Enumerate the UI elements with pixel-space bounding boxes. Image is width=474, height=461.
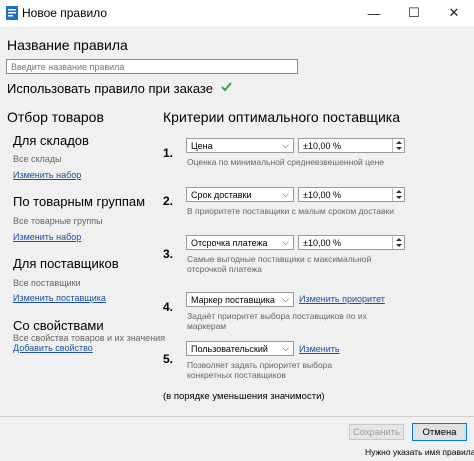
criterion-5-change-link[interactable]: Изменить <box>299 344 340 354</box>
window-title: Новое правило <box>22 6 107 20</box>
criterion-5-desc: Позволяет задать приоритет выбора конкре… <box>187 360 333 380</box>
chevron-down-icon: ⌵ <box>282 189 289 199</box>
chevron-down-icon: ⌵ <box>282 294 289 304</box>
criterion-2-tolerance[interactable]: ±10,00 % <box>298 187 405 202</box>
criterion-1-select-value: Цена <box>191 141 213 151</box>
spinner-arrows-icon[interactable] <box>392 139 404 152</box>
check-icon <box>221 82 232 92</box>
properties-title: Со свойствами <box>13 318 104 333</box>
criterion-4-desc: Задаёт приоритет выбора поставщиков по и… <box>187 311 367 331</box>
rule-name-input[interactable] <box>6 59 298 74</box>
cancel-button[interactable]: Отмена <box>412 423 467 441</box>
use-rule-label[interactable]: Использовать правило при заказе <box>7 81 213 96</box>
app-icon <box>6 6 18 20</box>
chevron-down-icon: ⌵ <box>282 343 289 353</box>
criterion-3-tolerance-value: ±10,00 % <box>303 238 341 248</box>
criterion-5-number: 5. <box>163 352 174 366</box>
criterion-4-select[interactable]: Маркер поставщика ⌵ <box>186 292 294 307</box>
minimize-button[interactable]: — <box>354 0 394 26</box>
save-button[interactable]: Сохранить <box>349 424 404 440</box>
validation-hint: Нужно указать имя правила <box>365 447 474 457</box>
criterion-2-desc: В приоритете поставщики с малым сроком д… <box>187 206 394 216</box>
criterion-2-number: 2. <box>163 194 174 208</box>
maximize-button[interactable]: ☐ <box>394 0 434 26</box>
criteria-order-note: (в порядке уменьшения значимости) <box>163 391 325 402</box>
properties-desc: Все свойства товаров и их значения <box>13 333 166 343</box>
criterion-1-tolerance-value: ±10,00 % <box>303 141 341 151</box>
title-bar: Новое правило — ☐ ✕ <box>0 0 474 26</box>
product-selection-header: Отбор товаров <box>7 109 104 125</box>
suppliers-desc: Все поставщики <box>13 278 81 288</box>
close-icon: ✕ <box>448 5 460 20</box>
criterion-2-select[interactable]: Срок доставки ⌵ <box>186 187 294 202</box>
chevron-down-icon: ⌵ <box>282 140 289 150</box>
criterion-3-select-value: Отсрочка платежа <box>191 238 268 248</box>
criterion-1-tolerance[interactable]: ±10,00 % <box>298 138 405 153</box>
spinner-arrows-icon[interactable] <box>392 236 404 249</box>
warehouses-change-link[interactable]: Изменить набор <box>13 170 81 180</box>
criterion-3-tolerance[interactable]: ±10,00 % <box>298 235 405 250</box>
criteria-header: Критерии оптимального поставщика <box>163 109 400 125</box>
criterion-3-number: 3. <box>163 247 174 261</box>
criterion-2-select-value: Срок доставки <box>191 190 252 200</box>
criterion-1-select[interactable]: Цена ⌵ <box>186 138 294 153</box>
criterion-3-desc: Самые выгодные поставщики с максимальной… <box>187 254 372 274</box>
criterion-1-desc: Оценка по минимальной средневзвешенной ц… <box>187 157 385 167</box>
close-button[interactable]: ✕ <box>434 0 474 26</box>
criterion-5-select-value: Пользовательский <box>191 344 268 354</box>
rule-name-label: Название правила <box>7 37 128 53</box>
warehouses-desc: Все склады <box>13 154 62 164</box>
criterion-4-change-priority-link[interactable]: Изменить приоритет <box>299 294 385 304</box>
properties-add-link[interactable]: Добавить свойство <box>13 343 93 353</box>
product-groups-change-link[interactable]: Изменить набор <box>13 232 81 242</box>
criterion-1-number: 1. <box>163 146 174 160</box>
suppliers-title: Для поставщиков <box>13 256 119 271</box>
criterion-5-select[interactable]: Пользовательский ⌵ <box>186 341 294 356</box>
criterion-4-select-value: Маркер поставщика <box>191 295 275 305</box>
minimize-icon: — <box>367 5 381 21</box>
criterion-2-tolerance-value: ±10,00 % <box>303 190 341 200</box>
criterion-4-number: 4. <box>163 300 174 314</box>
suppliers-change-link[interactable]: Изменить поставщика <box>13 293 106 303</box>
spinner-arrows-icon[interactable] <box>392 188 404 201</box>
product-groups-title: По товарным группам <box>13 194 146 209</box>
maximize-icon: ☐ <box>408 5 420 20</box>
warehouses-title: Для складов <box>13 133 89 148</box>
criterion-3-select[interactable]: Отсрочка платежа ⌵ <box>186 235 294 250</box>
chevron-down-icon: ⌵ <box>282 237 289 247</box>
footer-divider <box>0 416 474 417</box>
product-groups-desc: Все товарные группы <box>13 216 103 226</box>
